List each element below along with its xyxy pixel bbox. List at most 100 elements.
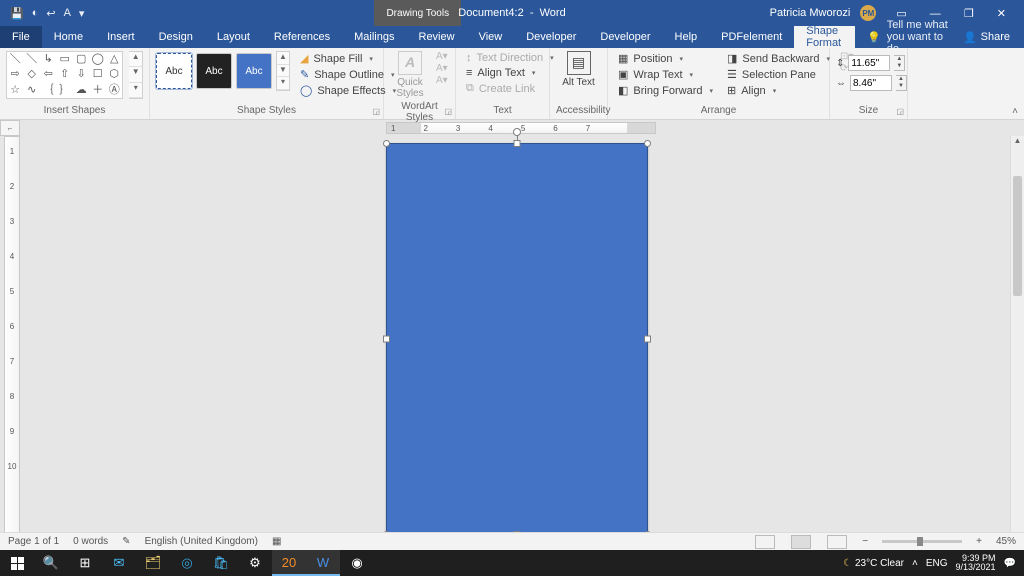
- web-layout-button[interactable]: [827, 535, 847, 549]
- align-text-button[interactable]: ≡Align Text▾: [462, 66, 558, 80]
- word-count[interactable]: 0 words: [73, 536, 108, 547]
- tab-insert[interactable]: Insert: [95, 26, 147, 48]
- language-status[interactable]: English (United Kingdom): [145, 536, 258, 547]
- quick-styles-button[interactable]: A Quick Styles: [390, 51, 430, 99]
- wrap-text-button[interactable]: ▣Wrap Text▾: [614, 67, 717, 82]
- start-button[interactable]: [0, 550, 34, 576]
- dialog-launcher-icon[interactable]: ◲: [444, 107, 452, 116]
- scroll-thumb[interactable]: [1013, 176, 1022, 296]
- clock[interactable]: 9:39 PM9/13/2021: [956, 554, 996, 573]
- height-field[interactable]: [848, 55, 890, 71]
- selected-rectangle-shape[interactable]: [386, 143, 648, 535]
- font-toggle-icon[interactable]: A: [64, 7, 71, 19]
- tab-review[interactable]: Review: [407, 26, 467, 48]
- zoom-in-button[interactable]: +: [976, 536, 982, 547]
- style-preset-3[interactable]: Abc: [236, 53, 272, 89]
- shape-curve-icon[interactable]: ∿: [27, 85, 36, 96]
- ribbon-display-options-icon[interactable]: ▭: [886, 8, 916, 20]
- shape-callout-icon[interactable]: ☐: [93, 69, 103, 80]
- tab-developer[interactable]: Developer: [514, 26, 588, 48]
- user-name[interactable]: Patricia Mworozi: [770, 7, 851, 19]
- resize-handle-nw[interactable]: [383, 140, 390, 147]
- selection-pane-button[interactable]: ☰Selection Pane: [723, 67, 834, 82]
- shapes-gallery-scroll[interactable]: ▲▼▾: [129, 51, 143, 99]
- page-count[interactable]: Page 1 of 1: [8, 536, 59, 547]
- qat-more-icon[interactable]: ▾: [79, 7, 85, 20]
- shape-line2-icon[interactable]: ＼: [26, 54, 37, 65]
- ruler-corner[interactable]: ⌐: [0, 120, 20, 136]
- text-direction-button[interactable]: ↕Text Direction▾: [462, 51, 558, 65]
- close-icon[interactable]: ✕: [987, 8, 1016, 20]
- collapse-ribbon-icon[interactable]: ˄: [1012, 106, 1018, 117]
- mail-icon[interactable]: ✉: [102, 550, 136, 576]
- resize-handle-w[interactable]: [383, 336, 390, 343]
- tab-help[interactable]: Help: [663, 26, 710, 48]
- vertical-scrollbar[interactable]: ▲ ▼: [1010, 136, 1024, 558]
- tab-mailings[interactable]: Mailings: [342, 26, 406, 48]
- align-button[interactable]: ⊞Align▾: [723, 83, 834, 98]
- style-preset-2[interactable]: Abc: [196, 53, 232, 89]
- shape-star-icon[interactable]: ☆: [10, 85, 20, 96]
- word-icon[interactable]: W: [306, 550, 340, 576]
- resize-handle-e[interactable]: [644, 336, 651, 343]
- shape-text-icon[interactable]: Ⓐ: [109, 85, 120, 96]
- tell-me-search[interactable]: 💡 Tell me what you want to do: [867, 26, 949, 48]
- shape-rect2-icon[interactable]: ▢: [76, 54, 86, 65]
- text-fill-icon[interactable]: A▾: [436, 51, 448, 62]
- tab-shape-format[interactable]: Shape Format: [794, 26, 855, 48]
- read-mode-button[interactable]: [755, 535, 775, 549]
- minimize-icon[interactable]: —: [920, 8, 951, 20]
- scroll-up-icon[interactable]: ▲: [1011, 136, 1024, 150]
- resize-handle-n[interactable]: [514, 140, 521, 147]
- resize-handle-ne[interactable]: [644, 140, 651, 147]
- search-icon[interactable]: 🔍: [34, 550, 68, 576]
- undo-icon[interactable]: ↩: [46, 7, 55, 20]
- zoom-slider[interactable]: [882, 540, 962, 543]
- send-backward-button[interactable]: ◨Send Backward▾: [723, 51, 834, 66]
- shape-arrowd-icon[interactable]: ⇩: [77, 69, 86, 80]
- action-center-icon[interactable]: 💬: [1004, 558, 1016, 569]
- shape-height-input[interactable]: ⇕ ▲▼: [836, 55, 907, 71]
- dialog-launcher-icon[interactable]: ◲: [372, 107, 380, 116]
- shape-rect-icon[interactable]: ▭: [60, 54, 70, 65]
- styles-gallery-scroll[interactable]: ▲▼▾: [276, 51, 290, 91]
- height-spinner[interactable]: ▲▼: [894, 55, 905, 71]
- shape-plus-icon[interactable]: ＋: [92, 85, 103, 96]
- tab-file[interactable]: File: [0, 26, 42, 48]
- explorer-icon[interactable]: 🗂: [136, 550, 170, 576]
- width-spinner[interactable]: ▲▼: [896, 75, 907, 91]
- save-icon[interactable]: 💾: [10, 7, 24, 20]
- zoom-out-button[interactable]: −: [862, 536, 868, 547]
- store-icon[interactable]: 🛍: [204, 550, 238, 576]
- shape-brace-icon[interactable]: ｛: [43, 85, 54, 96]
- shape-arrowr-icon[interactable]: ⇨: [11, 69, 20, 80]
- shape-cloud-icon[interactable]: ☁: [76, 85, 87, 96]
- print-layout-button[interactable]: [791, 535, 811, 549]
- task-view-icon[interactable]: ⊞: [68, 550, 102, 576]
- position-button[interactable]: ▦Position▾: [614, 51, 717, 66]
- user-avatar[interactable]: PM: [860, 5, 876, 21]
- tab-home[interactable]: Home: [42, 26, 95, 48]
- zoom-level[interactable]: 45%: [996, 536, 1016, 547]
- shape-hex-icon[interactable]: ⬡: [109, 69, 119, 80]
- style-preset-1[interactable]: Abc: [156, 53, 192, 89]
- shape-oval-icon[interactable]: ◯: [92, 54, 104, 65]
- input-language[interactable]: ENG: [926, 558, 948, 569]
- proofing-icon[interactable]: ✎: [122, 536, 130, 547]
- tab-developer-2[interactable]: Developer: [588, 26, 662, 48]
- tab-layout[interactable]: Layout: [205, 26, 262, 48]
- horizontal-ruler[interactable]: 1234567: [386, 122, 656, 134]
- tray-expand-icon[interactable]: ˄: [912, 558, 918, 569]
- tab-pdfelement[interactable]: PDFelement: [709, 26, 794, 48]
- shape-tri-icon[interactable]: △: [110, 54, 118, 65]
- tab-references[interactable]: References: [262, 26, 342, 48]
- share-button[interactable]: 👤Share: [949, 26, 1024, 48]
- shape-arrowl-icon[interactable]: ⇦: [44, 69, 53, 80]
- settings-icon[interactable]: ⚙: [238, 550, 272, 576]
- rotation-handle[interactable]: [513, 128, 521, 136]
- document-canvas[interactable]: [20, 136, 1024, 558]
- shape-brace2-icon[interactable]: ｝: [59, 85, 70, 96]
- width-field[interactable]: [850, 75, 892, 91]
- edge-icon[interactable]: ◎: [170, 550, 204, 576]
- shape-width-input[interactable]: ⇔ ▲▼: [836, 75, 907, 91]
